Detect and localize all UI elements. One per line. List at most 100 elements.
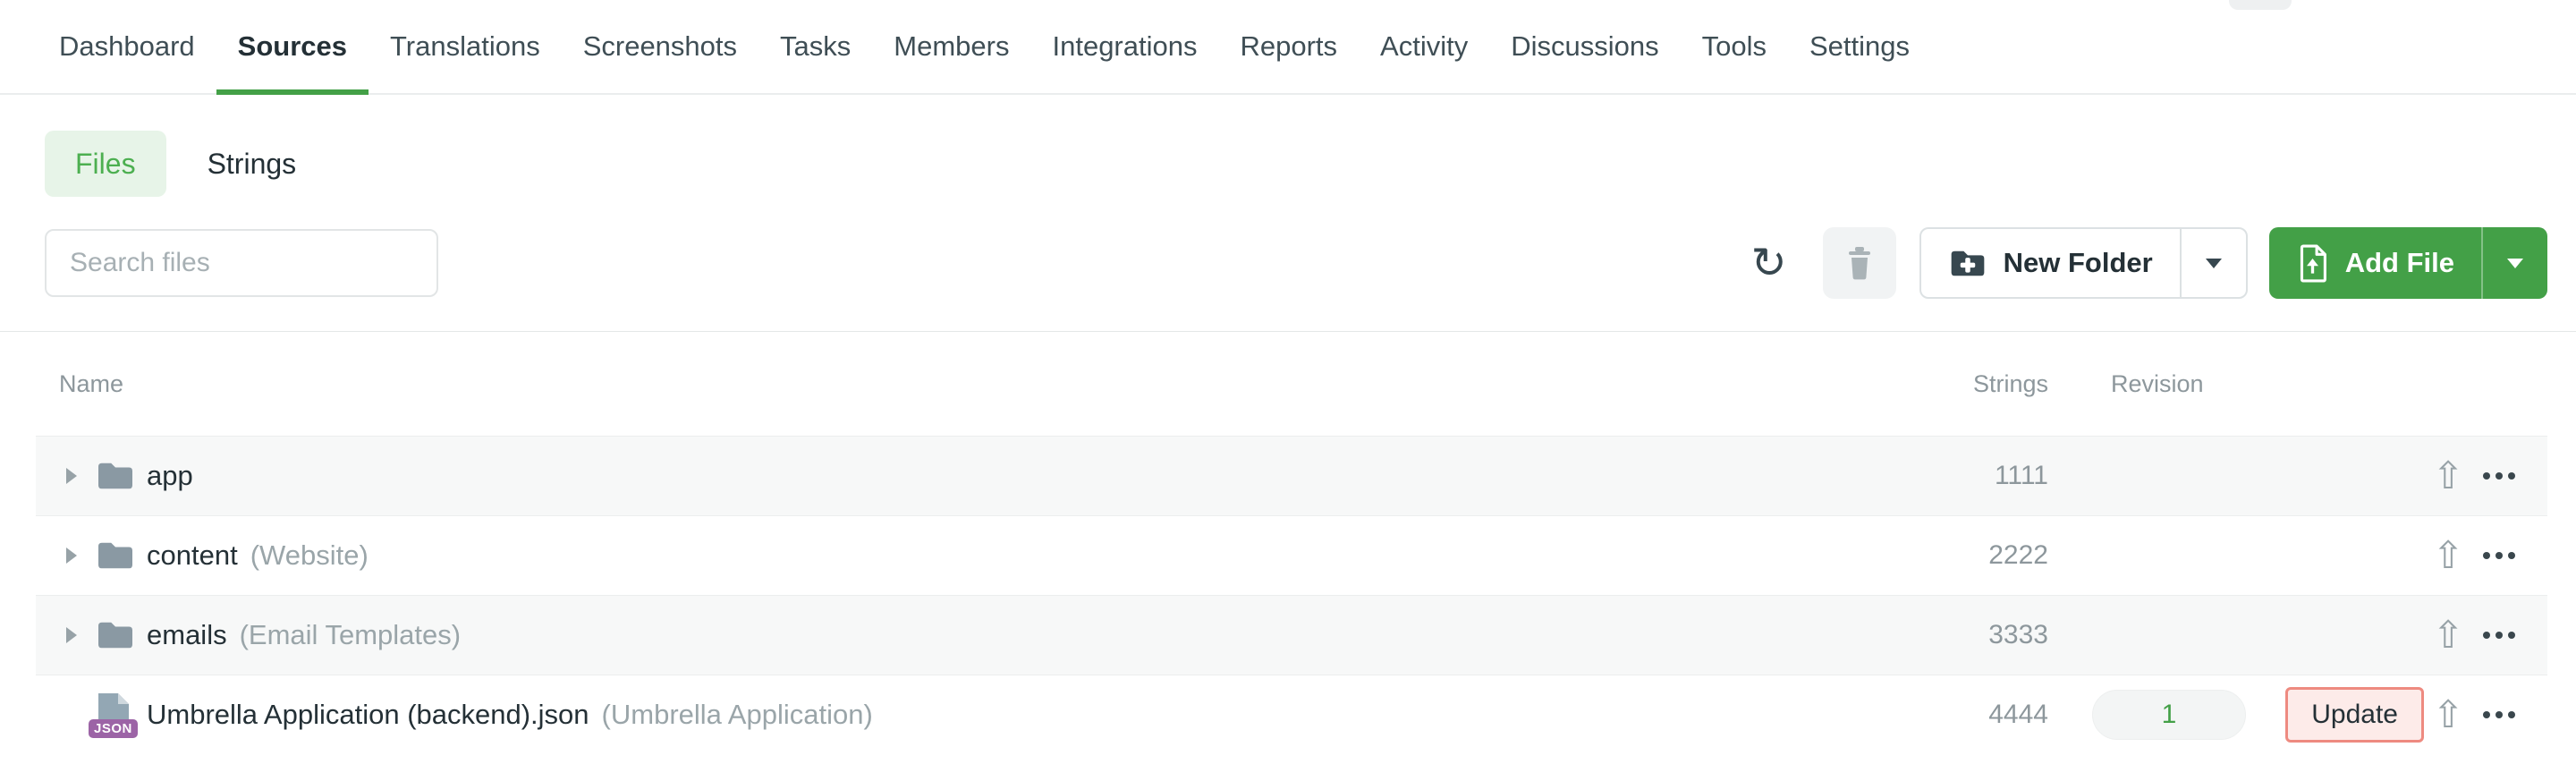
- toggle-files[interactable]: Files: [45, 131, 166, 197]
- toggle-strings[interactable]: Strings: [208, 148, 297, 181]
- ellipsis-icon: [2508, 632, 2515, 639]
- icon-cell: [95, 459, 147, 493]
- nav-tab-label: Tasks: [780, 30, 852, 62]
- file-upload-icon: [2300, 244, 2326, 282]
- nav-tab-dashboard[interactable]: Dashboard: [38, 0, 216, 93]
- table-body: app 1111 ⇧ content (Website) 2222 ⇧ emai…: [36, 436, 2547, 754]
- nav-tab-label: Members: [894, 30, 1010, 62]
- upload-icon: ⇧: [2432, 692, 2464, 736]
- file-name: Umbrella Application (backend).json: [147, 699, 589, 730]
- column-header-revision: Revision: [2111, 369, 2204, 397]
- ellipsis-icon: [2496, 472, 2503, 480]
- chevron-right-icon: [66, 627, 77, 643]
- file-note: (Email Templates): [239, 619, 462, 650]
- nav-tab-label: Activity: [1380, 30, 1469, 62]
- clipped-top-widget: [2229, 0, 2292, 10]
- search-input[interactable]: [45, 229, 438, 297]
- nav-tab-label: Dashboard: [59, 30, 195, 62]
- nav-tab-label: Discussions: [1511, 30, 1659, 62]
- nav-tab-integrations[interactable]: Integrations: [1030, 0, 1218, 93]
- strings-count: 2222: [1988, 540, 2048, 570]
- new-folder-button[interactable]: New Folder: [1921, 229, 2180, 297]
- chevron-down-icon: [2205, 258, 2222, 268]
- delete-button[interactable]: [1822, 227, 1896, 299]
- nav-tab-label: Sources: [237, 30, 347, 62]
- ellipsis-icon: [2483, 632, 2490, 639]
- nav-tab-reports[interactable]: Reports: [1218, 0, 1359, 93]
- name-cell[interactable]: app: [147, 460, 1914, 492]
- row-menu-button[interactable]: [2472, 472, 2526, 480]
- nav-tab-tools[interactable]: Tools: [1681, 0, 1788, 93]
- ellipsis-icon: [2508, 472, 2515, 480]
- nav-tab-label: Tools: [1701, 30, 1767, 62]
- nav-tab-label: Reports: [1240, 30, 1338, 62]
- table-row-folder-3[interactable]: emails (Email Templates) 3333 ⇧: [36, 595, 2547, 675]
- table-row-file-4[interactable]: JSON Umbrella Application (backend).json…: [36, 675, 2547, 754]
- strings-count: 1111: [1994, 461, 2048, 490]
- trash-icon: [1848, 247, 1870, 280]
- table-row-folder-2[interactable]: content (Website) 2222 ⇧: [36, 515, 2547, 595]
- folder-icon: [98, 463, 132, 489]
- nav-tab-discussions[interactable]: Discussions: [1489, 0, 1680, 93]
- folder-plus-icon: [1951, 250, 1984, 276]
- strings-count: 3333: [1988, 620, 2048, 649]
- upload-cell[interactable]: ⇧: [2424, 616, 2472, 654]
- table-row-folder-1[interactable]: app 1111 ⇧: [36, 436, 2547, 515]
- table-header: Name Strings Revision: [36, 332, 2547, 436]
- upload-cell[interactable]: ⇧: [2424, 457, 2472, 495]
- upload-icon: ⇧: [2432, 613, 2464, 657]
- update-cell: Update: [2263, 687, 2424, 743]
- nav-tab-members[interactable]: Members: [872, 0, 1030, 93]
- refresh-icon[interactable]: ↻: [1750, 242, 1786, 284]
- column-header-strings: Strings: [1972, 369, 2048, 397]
- update-button[interactable]: Update: [2285, 687, 2424, 743]
- toolbar-actions: ↻ New Folder Add File: [1750, 227, 2547, 299]
- new-folder-split-button: New Folder: [1919, 227, 2248, 299]
- name-cell[interactable]: Umbrella Application (backend).json (Umb…: [147, 699, 1914, 731]
- ellipsis-icon: [2508, 711, 2515, 718]
- view-toggle: Files Strings: [45, 131, 2576, 197]
- expand-cell[interactable]: [59, 468, 95, 484]
- revision-badge: 1: [2092, 690, 2246, 740]
- add-file-button[interactable]: Add File: [2269, 227, 2481, 299]
- json-file-icon: JSON: [89, 692, 138, 738]
- revision-cell: 1: [2075, 690, 2263, 740]
- nav-tab-tasks[interactable]: Tasks: [758, 0, 872, 93]
- expand-cell[interactable]: [59, 548, 95, 564]
- nav-tab-label: Settings: [1809, 30, 1910, 62]
- name-cell[interactable]: emails (Email Templates): [147, 619, 1914, 651]
- add-file-label: Add File: [2344, 247, 2454, 278]
- name-cell[interactable]: content (Website): [147, 539, 1914, 572]
- nav-tab-label: Translations: [390, 30, 540, 62]
- nav-tab-screenshots[interactable]: Screenshots: [562, 0, 758, 93]
- nav-tab-settings[interactable]: Settings: [1788, 0, 1931, 93]
- nav-tab-translations[interactable]: Translations: [369, 0, 562, 93]
- file-note: (Website): [250, 539, 369, 571]
- folder-icon: [98, 542, 132, 569]
- file-name: emails: [147, 619, 227, 650]
- row-menu-button[interactable]: [2472, 552, 2526, 559]
- nav-tab-sources[interactable]: Sources: [216, 0, 369, 95]
- row-menu-button[interactable]: [2472, 711, 2526, 718]
- row-menu-button[interactable]: [2472, 632, 2526, 639]
- ellipsis-icon: [2483, 552, 2490, 559]
- icon-cell: [95, 539, 147, 573]
- add-file-dropdown[interactable]: [2483, 227, 2547, 299]
- files-toolbar: ↻ New Folder: [45, 227, 2547, 299]
- new-folder-dropdown[interactable]: [2182, 229, 2246, 297]
- add-file-split-button: Add File: [2268, 227, 2547, 299]
- ellipsis-icon: [2496, 632, 2503, 639]
- upload-cell[interactable]: ⇧: [2424, 537, 2472, 574]
- file-type-badge: JSON: [89, 719, 138, 738]
- icon-cell: [95, 618, 147, 652]
- column-header-name: Name: [59, 369, 124, 397]
- ellipsis-icon: [2483, 711, 2490, 718]
- expand-cell[interactable]: [59, 627, 95, 643]
- icon-cell: JSON: [89, 692, 147, 738]
- file-name: app: [147, 460, 193, 491]
- upload-cell[interactable]: ⇧: [2424, 696, 2472, 734]
- ellipsis-icon: [2483, 472, 2490, 480]
- nav-tab-activity[interactable]: Activity: [1359, 0, 1489, 93]
- strings-count: 4444: [1988, 700, 2048, 729]
- file-note: (Umbrella Application): [601, 699, 873, 730]
